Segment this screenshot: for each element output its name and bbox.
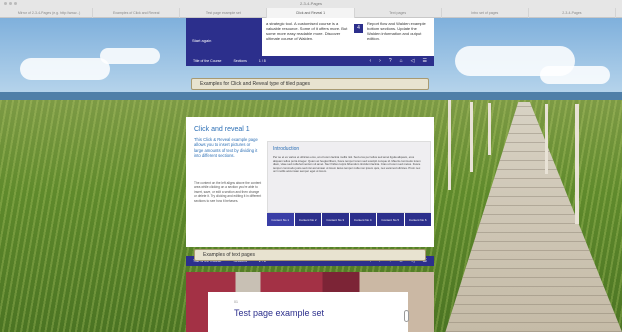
browser-tab[interactable]: Examples of Click and Reveal	[93, 8, 181, 18]
content-tab[interactable]: Content No 3	[322, 213, 349, 226]
home-icon[interactable]: ⌂	[400, 58, 403, 64]
top-page-preview[interactable]: Start again a strategic tool. A customis…	[186, 18, 434, 56]
browser-tab[interactable]: Test page example set	[180, 8, 268, 18]
page-intro: This Click & Reveal example page allows …	[194, 137, 258, 159]
cloud-shape	[540, 66, 610, 84]
content-tab[interactable]: Content No 2	[294, 213, 321, 226]
fence-post	[448, 100, 451, 190]
panel-text: Per se et ex varius et ultricies eros, a…	[273, 155, 421, 174]
fence-post	[575, 104, 579, 224]
panel-title: Introduction	[273, 146, 300, 152]
content-tab[interactable]: Content No 1	[267, 213, 294, 226]
audio-icon[interactable]: ◁	[411, 58, 415, 64]
title-bar: 2-3-4-Pages	[0, 0, 622, 8]
fence-post	[470, 102, 473, 172]
content-tab[interactable]: Content No 5	[377, 213, 404, 226]
page-body: The content on the left aligns above the…	[194, 181, 262, 203]
browser-tabs: Mirror of 2-3-4-Pages (e.g. http://www..…	[0, 8, 622, 18]
reveal-panel: Introduction Per se et ex varius et ultr…	[267, 141, 431, 213]
section-band-click-reveal: Examples for Click and Reveal type of ti…	[191, 78, 429, 90]
course-navbar: Title of the Course Sections 1 / 8 ‹ › ?…	[186, 56, 434, 66]
browser-tab[interactable]: Text pages	[355, 8, 442, 18]
paperclip-icon	[404, 310, 409, 322]
browser-tab[interactable]: 2-3-4-Pages	[529, 8, 616, 18]
prev-icon[interactable]: ‹	[370, 58, 372, 64]
browser-tab[interactable]: Mirror of 2-3-4-Pages (e.g. http://www..…	[6, 8, 94, 18]
browser-tab-active[interactable]: Click and Reveal 1	[267, 8, 355, 18]
page-title: Click and reveal 1	[194, 126, 250, 133]
browser-chrome: 2-3-4-Pages Mirror of 2-3-4-Pages (e.g. …	[0, 0, 622, 18]
content-column: Start again a strategic tool. A customis…	[186, 18, 434, 332]
start-again-label[interactable]: Start again	[192, 38, 211, 43]
fence-post	[545, 104, 548, 174]
course-title: Title of the Course	[193, 59, 222, 63]
cloud-shape	[100, 48, 160, 64]
page-counter: 1 / 8	[258, 59, 266, 63]
test-page-title: Test page example set	[234, 308, 325, 318]
nav-icon-group: ‹ › ? ⌂ ◁ ☰	[370, 58, 428, 64]
test-page-preview[interactable]: 01 Test page example set	[186, 272, 434, 332]
sections-menu[interactable]: Sections	[233, 59, 246, 63]
window-title: 2-3-4-Pages	[299, 1, 322, 6]
page-number-label: 01	[234, 300, 238, 304]
content-tab[interactable]: Content No 4	[349, 213, 376, 226]
menu-icon[interactable]: ☰	[423, 58, 427, 64]
step-number-badge: 4	[354, 24, 363, 33]
cloud-shape	[20, 58, 110, 80]
fence-post	[488, 103, 491, 155]
next-icon[interactable]: ›	[379, 58, 381, 64]
help-icon[interactable]: ?	[389, 58, 392, 64]
step-text: Report flow and Walden example bottom se…	[367, 21, 426, 41]
content-tab[interactable]: Content No 6	[404, 213, 431, 226]
test-page-card: 01 Test page example set	[208, 292, 409, 332]
click-reveal-page[interactable]: Click and reveal 1 This Click & Reveal e…	[186, 117, 434, 247]
hero-panel: Start again	[186, 18, 262, 56]
section-band-text-pages: Examples of text pages	[194, 249, 426, 261]
hero-text: a strategic tool. A customised course is…	[266, 21, 348, 41]
browser-tab[interactable]: Intro set of pages	[442, 8, 529, 18]
content-tabs: Content No 1 Content No 2 Content No 3 C…	[267, 213, 431, 226]
